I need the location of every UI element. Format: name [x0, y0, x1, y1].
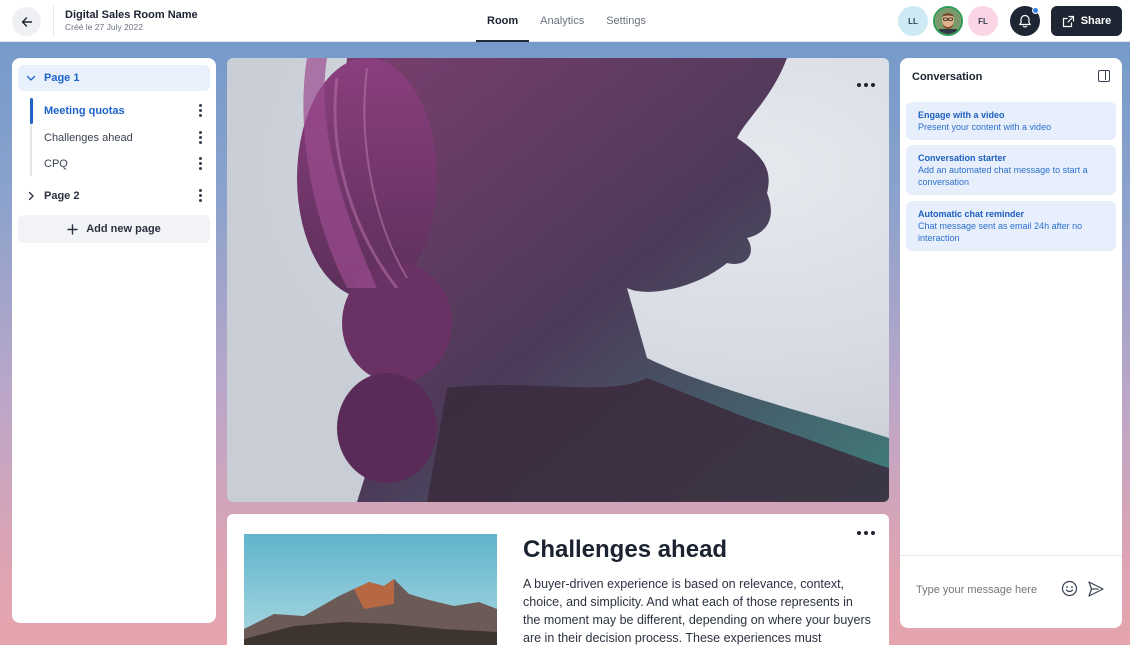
- user-photo-icon: [935, 8, 961, 34]
- suggestion-chat-reminder[interactable]: Automatic chat reminder Chat message sen…: [906, 201, 1116, 251]
- back-button[interactable]: [12, 7, 41, 36]
- kebab-menu-icon[interactable]: [199, 157, 202, 170]
- sidebar-section-cpq[interactable]: CPQ: [30, 151, 210, 177]
- chevron-down-icon: [18, 73, 44, 83]
- page-2-label: Page 2: [44, 190, 80, 202]
- page-1-label: Page 1: [44, 72, 80, 84]
- message-input[interactable]: [916, 584, 1046, 596]
- avatar-fl[interactable]: FL: [968, 6, 998, 36]
- kebab-menu-icon[interactable]: [199, 189, 202, 202]
- section-label: CPQ: [44, 158, 68, 170]
- share-button[interactable]: Share: [1051, 6, 1122, 36]
- portrait-illustration: [297, 58, 889, 502]
- section-label: Meeting quotas: [44, 105, 125, 117]
- plus-icon: [67, 223, 78, 235]
- arrow-left-icon: [21, 16, 32, 27]
- hero-image: [227, 58, 889, 502]
- section-card-challenges-ahead: Challenges ahead A buyer-driven experien…: [227, 514, 889, 645]
- notifications-button[interactable]: [1010, 6, 1040, 36]
- kebab-menu-icon[interactable]: [199, 131, 202, 144]
- emoji-icon[interactable]: [1061, 580, 1078, 597]
- section-label: Challenges ahead: [44, 132, 133, 144]
- mountain-landscape-illustration: [244, 534, 497, 645]
- add-page-label: Add new page: [86, 223, 161, 235]
- share-label: Share: [1080, 15, 1112, 27]
- avatar-photo[interactable]: [933, 6, 963, 36]
- room-created-date: Créé le 27 July 2022: [65, 22, 143, 32]
- chevron-right-icon: [18, 191, 44, 201]
- active-indicator: [30, 98, 33, 124]
- sidebar-section-challenges-ahead[interactable]: Challenges ahead: [30, 125, 210, 151]
- sidebar-section-meeting-quotas[interactable]: Meeting quotas: [30, 98, 210, 124]
- hero-more-options-icon[interactable]: [857, 83, 875, 87]
- page-navigator: Page 1 Meeting quotas Challenges ahead C…: [12, 58, 216, 623]
- collapse-panel-icon[interactable]: [1098, 70, 1110, 82]
- top-bar: Digital Sales Room Name Créé le 27 July …: [0, 0, 1130, 42]
- suggestion-title: Engage with a video: [918, 110, 1005, 120]
- card-more-options-icon[interactable]: [857, 531, 875, 535]
- add-page-button[interactable]: Add new page: [18, 215, 210, 243]
- suggestion-description: Present your content with a video: [918, 122, 1052, 132]
- header-divider: [53, 6, 54, 36]
- room-title: Digital Sales Room Name: [65, 9, 198, 21]
- avatar-ll[interactable]: LL: [898, 6, 928, 36]
- main-tabs: Room Analytics Settings: [476, 0, 657, 42]
- conversation-title: Conversation: [912, 71, 983, 83]
- suggestion-description: Add an automated chat message to start a…: [918, 165, 1088, 187]
- conversation-panel: Conversation Engage with a video Present…: [900, 58, 1122, 628]
- section-title: Challenges ahead: [523, 536, 728, 563]
- message-composer: [900, 555, 1122, 628]
- suggestion-conversation-starter[interactable]: Conversation starter Add an automated ch…: [906, 145, 1116, 195]
- suggestion-title: Conversation starter: [918, 153, 1007, 163]
- sidebar-page-2[interactable]: Page 2: [18, 183, 210, 209]
- tab-settings[interactable]: Settings: [595, 0, 657, 42]
- suggestion-engage-video[interactable]: Engage with a video Present your content…: [906, 102, 1116, 140]
- mountain-image: [244, 534, 497, 645]
- bell-icon: [1019, 14, 1031, 27]
- suggestion-description: Chat message sent as email 24h after no …: [918, 221, 1083, 243]
- notification-dot: [1032, 7, 1039, 14]
- share-icon: [1062, 15, 1074, 27]
- kebab-menu-icon[interactable]: [199, 104, 202, 117]
- send-icon[interactable]: [1087, 580, 1105, 598]
- sidebar-page-1[interactable]: Page 1: [18, 65, 210, 91]
- tab-room[interactable]: Room: [476, 0, 530, 42]
- tab-analytics[interactable]: Analytics: [529, 0, 595, 42]
- suggestion-title: Automatic chat reminder: [918, 209, 1025, 219]
- section-body: A buyer-driven experience is based on re…: [523, 577, 871, 645]
